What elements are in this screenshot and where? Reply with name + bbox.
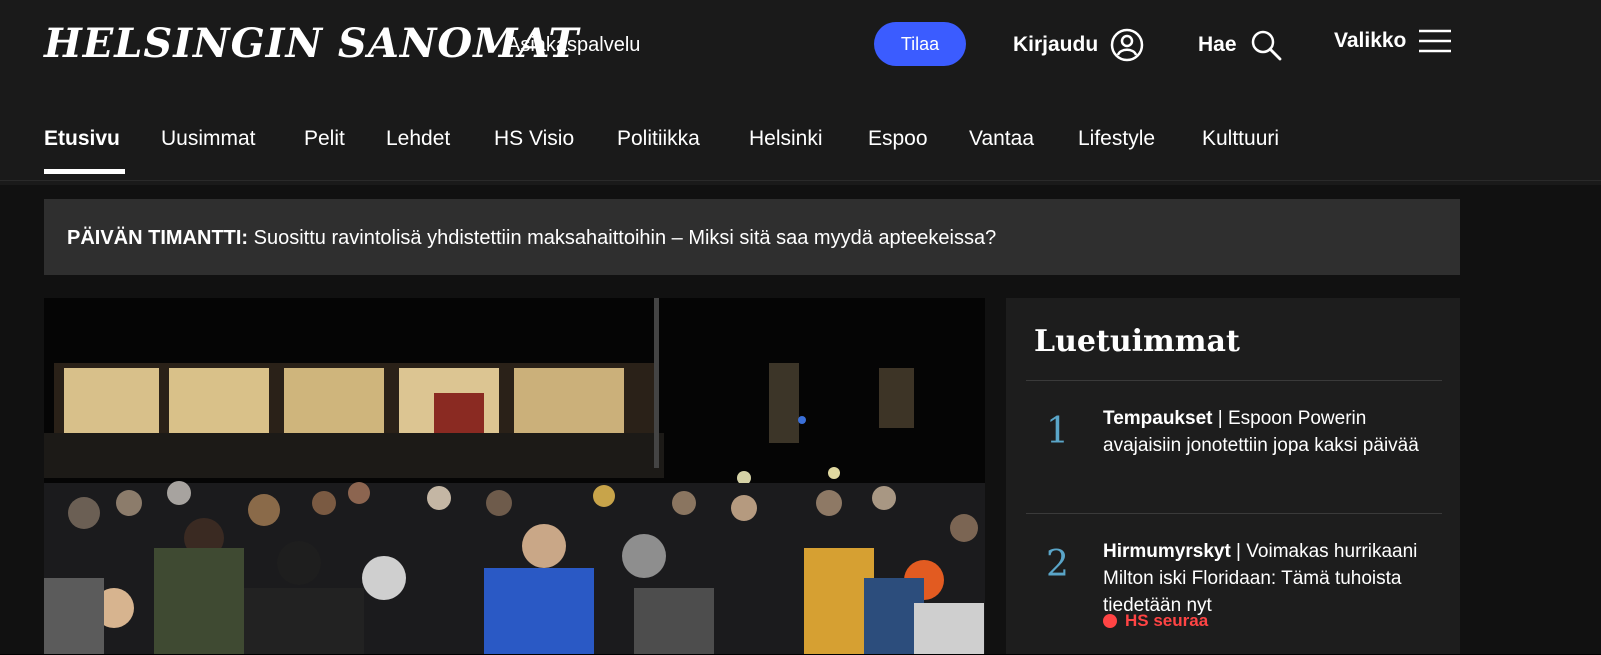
rank-number: 2 [1046,544,1069,585]
site-header: HELSINGIN SANOMAT Asiakaspalvelu Tilaa K… [0,0,1601,185]
nav-item-etusivu[interactable]: Etusivu [44,127,120,151]
search-label: Hae [1198,33,1237,56]
tag-separator: | [1212,408,1228,429]
search-button[interactable]: Hae [1198,28,1283,62]
topic-tag: Tempaukset [1103,408,1213,429]
top-bar: HELSINGIN SANOMAT Asiakaspalvelu Tilaa K… [0,0,1601,95]
user-icon [1110,28,1144,62]
section-nav: Etusivu Uusimmat Pelit Lehdet HS Visio P… [0,95,1601,181]
menu-label: Valikko [1334,29,1407,52]
nav-item-espoo[interactable]: Espoo [868,127,928,151]
login-label: Kirjaudu [1013,33,1099,56]
nav-item-lehdet[interactable]: Lehdet [386,127,450,151]
nav-item-kulttuuri[interactable]: Kulttuuri [1202,127,1279,151]
site-logo[interactable]: HELSINGIN SANOMAT [44,20,579,67]
rank-number: 1 [1046,411,1069,452]
most-read-item-2[interactable]: 2 Hirmumyrskyt | Voimakas hurrikaani Mil… [1026,513,1442,655]
featured-banner-label: PÄIVÄN TIMANTTI: [67,227,249,249]
most-read-item-1[interactable]: 1 Tempaukset | Espoon Powerin avajaisiin… [1026,380,1442,496]
most-read-headline: Tempaukset | Espoon Powerin avajaisiin j… [1103,405,1433,459]
menu-button[interactable]: Valikko [1334,28,1452,54]
topic-tag: Hirmumyrskyt [1103,541,1231,562]
crowd-photo [44,298,985,654]
nav-item-vantaa[interactable]: Vantaa [969,127,1034,151]
live-source-badge: HS seuraa [1103,611,1208,631]
nav-item-uusimmat[interactable]: Uusimmat [161,127,256,151]
nav-item-lifestyle[interactable]: Lifestyle [1078,127,1155,151]
active-nav-indicator [44,169,125,174]
hamburger-icon [1418,28,1452,54]
login-button[interactable]: Kirjaudu [1013,28,1144,62]
nav-item-pelit[interactable]: Pelit [304,127,345,151]
most-read-title: Luetuimmat [1034,324,1240,359]
hero-image[interactable] [44,298,985,654]
customer-service-link[interactable]: Asiakaspalvelu [507,34,640,57]
nav-item-helsinki[interactable]: Helsinki [749,127,823,151]
page: HELSINGIN SANOMAT Asiakaspalvelu Tilaa K… [0,0,1601,654]
live-dot-icon [1103,614,1117,628]
subscribe-button[interactable]: Tilaa [874,22,966,66]
tag-separator: | [1230,541,1247,562]
most-read-headline: Hirmumyrskyt | Voimakas hurrikaani Milto… [1103,538,1433,619]
nav-item-hs-visio[interactable]: HS Visio [494,127,574,151]
most-read-panel: Luetuimmat 1 Tempaukset | Espoon Powerin… [1006,298,1460,654]
nav-item-politiikka[interactable]: Politiikka [617,127,700,151]
featured-banner[interactable]: PÄIVÄN TIMANTTI: Suosittu ravintolisä yh… [44,199,1460,275]
featured-banner-headline: Suosittu ravintolisä yhdistettiin maksah… [253,227,997,249]
source-label: HS seuraa [1125,611,1209,630]
search-icon [1249,28,1283,62]
featured-banner-text: PÄIVÄN TIMANTTI: Suosittu ravintolisä yh… [67,227,996,250]
